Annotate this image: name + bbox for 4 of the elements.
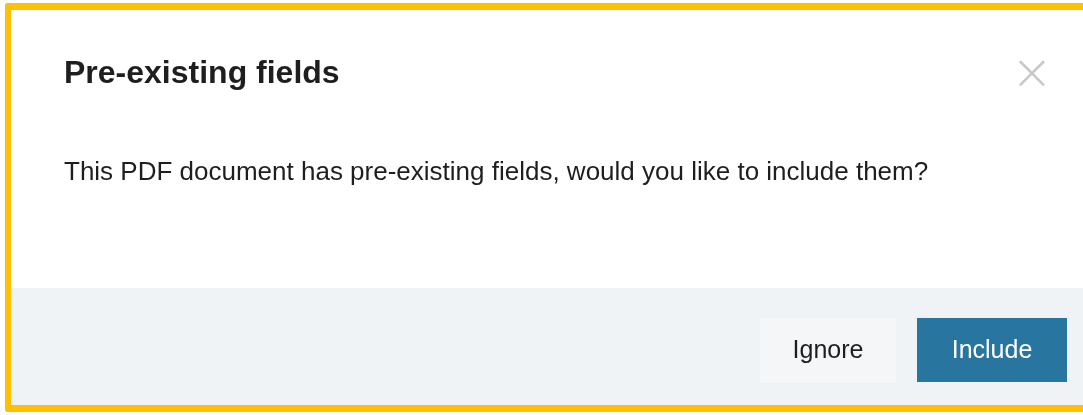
dialog-message: This PDF document has pre-existing fields, would you like to include them? bbox=[64, 155, 930, 188]
dialog-title: Pre-existing fields bbox=[64, 53, 340, 92]
ignore-button[interactable]: Ignore bbox=[760, 317, 896, 382]
include-button[interactable]: Include bbox=[917, 317, 1067, 382]
